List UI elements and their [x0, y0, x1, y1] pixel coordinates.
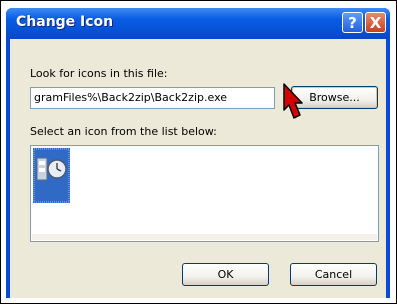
icon-list-item[interactable] — [33, 148, 70, 203]
ok-button[interactable]: OK — [182, 263, 269, 286]
cancel-button[interactable]: Cancel — [290, 263, 377, 286]
help-button[interactable]: ? — [342, 12, 363, 33]
file-path-input[interactable]: gramFiles%\Back2zip\Back2zip.exe — [30, 87, 275, 109]
dialog-body: Look for icons in this file: gramFiles%\… — [10, 39, 386, 298]
title-bar[interactable]: Change Icon ? X — [6, 8, 390, 39]
pointer-cursor-icon — [283, 83, 303, 119]
dialog-title: Change Icon — [16, 14, 114, 30]
look-for-icons-label: Look for icons in this file: — [30, 67, 168, 80]
close-button[interactable]: X — [365, 12, 386, 33]
icon-list[interactable] — [30, 145, 379, 242]
select-icon-label: Select an icon from the list below: — [30, 125, 217, 138]
app-clock-icon — [33, 148, 70, 203]
horizontal-scrollbar[interactable] — [32, 234, 377, 240]
change-icon-dialog: Change Icon ? X Look for icons in this f… — [6, 8, 390, 298]
